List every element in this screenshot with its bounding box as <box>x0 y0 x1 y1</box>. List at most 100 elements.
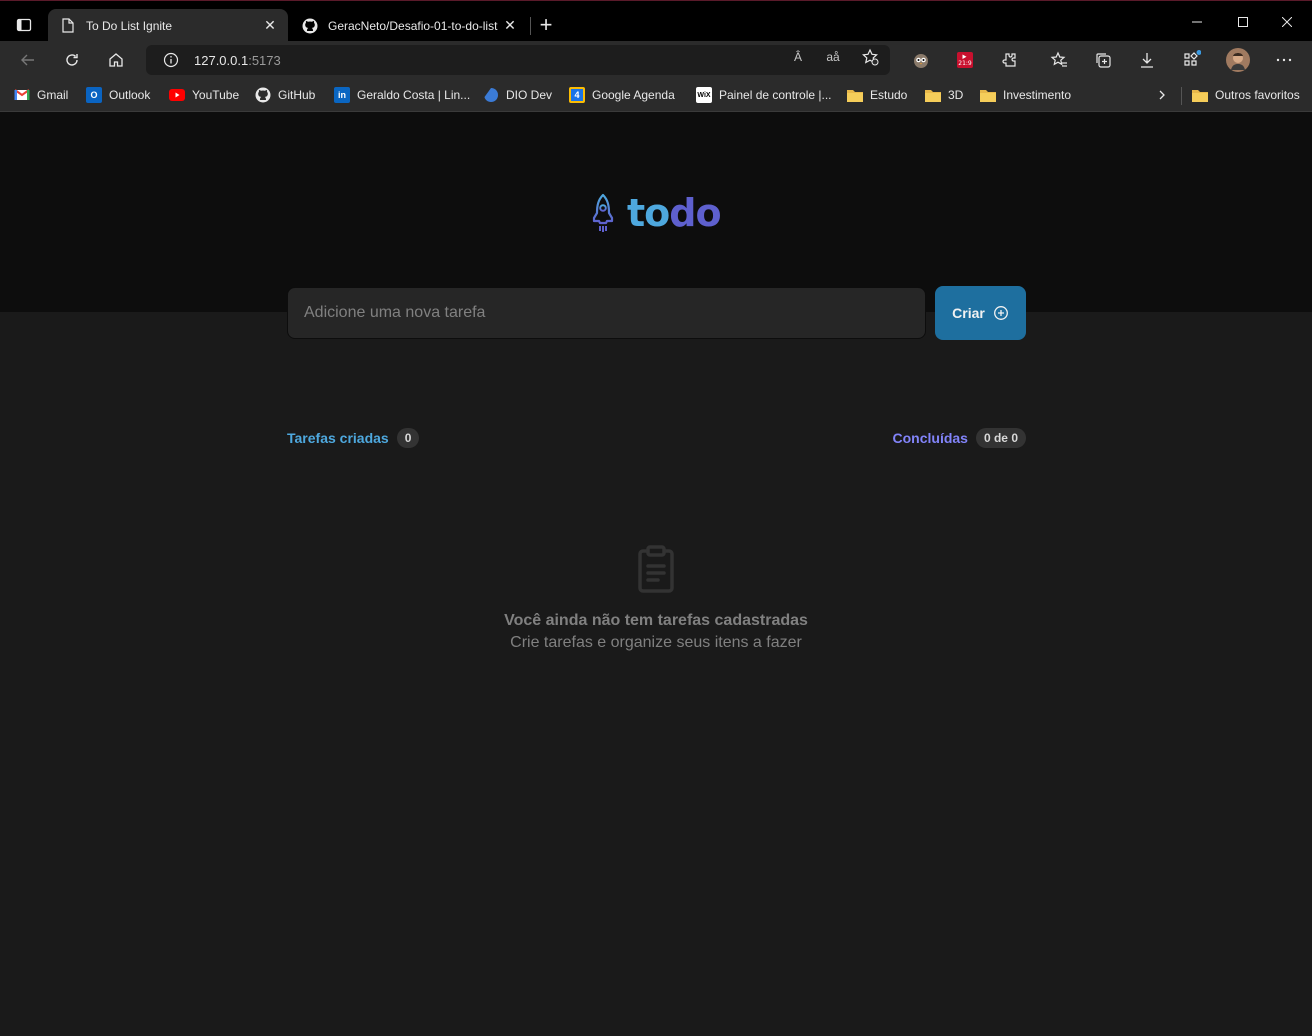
address-bar[interactable]: 127.0.0.1:5173 <box>146 45 890 75</box>
youtube-icon <box>169 87 185 103</box>
close-icon <box>1282 16 1292 27</box>
browser-toolbar: 127.0.0.1:5173 Â aå 21:9 <box>0 41 1312 79</box>
page-icon <box>60 18 76 34</box>
empty-state: Você ainda não tem tarefas cadastradas C… <box>0 542 1312 654</box>
maximize-icon <box>1238 16 1248 27</box>
tab-active[interactable]: To Do List Ignite ✕ <box>48 9 288 42</box>
browser-essentials-icon[interactable] <box>1181 50 1201 70</box>
done-tasks-badge: 0 de 0 <box>975 428 1026 448</box>
folder-icon <box>1192 87 1208 103</box>
more-menu-icon[interactable] <box>1274 50 1294 70</box>
bookmark-folder-investimento[interactable]: Investimento <box>980 85 1071 105</box>
bookmark-label: Estudo <box>870 88 908 102</box>
created-tasks-label: Tarefas criadas <box>287 430 389 446</box>
create-button-label: Criar <box>952 305 985 321</box>
folder-icon <box>980 87 996 103</box>
new-task-input[interactable]: Adicione uma nova tarefa <box>287 287 926 339</box>
new-tab-button[interactable]: + <box>534 12 558 37</box>
back-arrow-icon <box>21 54 34 66</box>
close-window-button[interactable] <box>1264 1 1310 42</box>
reload-button[interactable] <box>58 46 86 74</box>
url-port: :5173 <box>248 52 281 68</box>
empty-state-subtitle: Crie tarefas e organize seus itens a faz… <box>510 634 802 651</box>
linkedin-icon: in <box>334 87 350 103</box>
minimize-button[interactable] <box>1174 1 1220 42</box>
home-icon <box>109 53 123 67</box>
tab-github[interactable]: GeracNeto/Desafio-01-to-do-list ✕ <box>290 9 528 42</box>
bookmark-folder-estudo[interactable]: Estudo <box>847 85 907 105</box>
bookmark-label: GitHub <box>278 88 316 102</box>
empty-state-title: Você ainda não tem tarefas cadastradas <box>504 612 808 629</box>
bookmark-dio[interactable]: DIO Dev <box>483 85 552 105</box>
bookmark-label: Gmail <box>37 88 69 102</box>
collections-icon[interactable] <box>1093 50 1113 70</box>
created-tasks-badge: 0 <box>396 428 420 448</box>
add-favorite-icon[interactable] <box>861 48 879 66</box>
gmail-icon <box>14 87 30 103</box>
bookmark-label: Investimento <box>1003 88 1072 102</box>
plus-circle-icon <box>993 306 1008 320</box>
bookmark-wix[interactable]: WiX Painel de controle |... <box>696 85 832 105</box>
home-button[interactable] <box>102 46 130 74</box>
dio-icon <box>483 87 499 103</box>
info-icon[interactable] <box>163 52 179 68</box>
bookmark-label: Google Agenda <box>592 88 675 102</box>
bookmark-label: 3D <box>948 88 964 102</box>
tab-actions-button[interactable] <box>10 11 38 39</box>
download-icon[interactable] <box>1137 50 1157 70</box>
bookmark-outlook[interactable]: O Outlook <box>86 85 150 105</box>
favorites-icon[interactable] <box>1049 50 1069 70</box>
translate-icon[interactable]: aå <box>824 48 842 66</box>
app-header: todo <box>0 112 1312 312</box>
bookmarks-overflow-button[interactable] <box>1156 85 1168 105</box>
done-tasks-label: Concluídas <box>892 430 968 446</box>
close-tab-icon[interactable]: ✕ <box>498 14 522 38</box>
tab-actions-icon <box>16 18 32 32</box>
page-content: todo Adicione uma nova tarefa Criar Tare… <box>0 112 1312 1036</box>
create-button[interactable]: Criar <box>935 286 1026 340</box>
outlook-icon: O <box>86 87 102 103</box>
bookmark-label: Outlook <box>109 88 151 102</box>
bookmark-label: Outros favoritos <box>1215 88 1300 102</box>
folder-icon <box>847 87 863 103</box>
minimize-icon <box>1192 21 1202 22</box>
close-tab-icon[interactable]: ✕ <box>258 14 282 38</box>
extension-video-icon[interactable]: 21:9 <box>955 50 975 70</box>
github-icon <box>255 87 271 103</box>
calendar-icon: 4 <box>569 87 585 103</box>
logo-text-do: do <box>669 191 721 235</box>
bookmark-other-favorites[interactable]: Outros favoritos <box>1192 85 1300 105</box>
bookmark-google-agenda[interactable]: 4 Google Agenda <box>569 85 675 105</box>
tab-strip: To Do List Ignite ✕ GeracNeto/Desafio-01… <box>0 0 1312 42</box>
created-tasks-counter: Tarefas criadas 0 <box>287 428 420 448</box>
bookmarks-separator <box>1181 87 1182 105</box>
extensions-icon[interactable] <box>999 50 1019 70</box>
task-counters: Tarefas criadas 0 Concluídas 0 de 0 <box>287 428 1026 452</box>
bookmark-label: DIO Dev <box>506 88 553 102</box>
github-icon <box>302 18 318 34</box>
wix-icon: WiX <box>696 87 712 103</box>
reload-icon <box>66 54 78 66</box>
folder-icon <box>925 87 941 103</box>
url-text: 127.0.0.1:5173 <box>194 53 281 68</box>
url-host: 127.0.0.1 <box>194 52 249 68</box>
clipboard-icon <box>638 545 674 593</box>
bookmark-folder-3d[interactable]: 3D <box>925 85 963 105</box>
bookmark-label: Geraldo Costa | Lin... <box>357 88 471 102</box>
extension-owl-icon[interactable] <box>911 50 931 70</box>
maximize-button[interactable] <box>1220 1 1266 42</box>
done-tasks-counter: Concluídas 0 de 0 <box>892 428 1026 448</box>
bookmark-youtube[interactable]: YouTube <box>169 85 239 105</box>
rocket-icon <box>592 193 614 232</box>
back-button[interactable] <box>14 46 42 74</box>
read-aloud-icon[interactable]: Â <box>789 48 807 66</box>
bookmark-linkedin[interactable]: in Geraldo Costa | Lin... <box>334 85 470 105</box>
tab-title: To Do List Ignite <box>86 18 173 33</box>
bookmark-gmail[interactable]: Gmail <box>14 85 68 105</box>
chevron-right-icon <box>1159 90 1165 100</box>
bookmarks-bar: Gmail O Outlook YouTube GitHub in Gerald… <box>0 79 1312 112</box>
profile-avatar[interactable] <box>1226 48 1250 72</box>
bookmark-github[interactable]: GitHub <box>255 85 315 105</box>
tab-separator <box>530 17 531 35</box>
bookmark-label: YouTube <box>192 88 240 102</box>
